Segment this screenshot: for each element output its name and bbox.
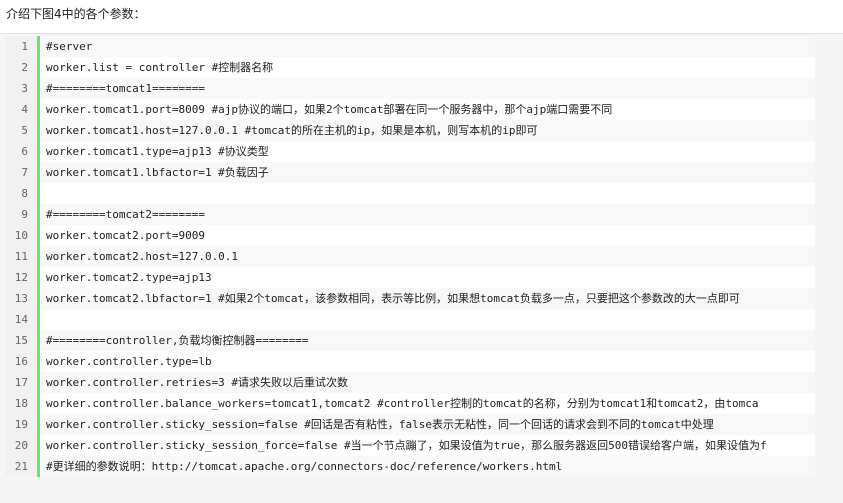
code-text: #========tomcat1======== [46, 82, 205, 95]
code-line: 3 #========tomcat1======== [5, 78, 815, 99]
code-line: 17 worker.controller.retries=3 #请求失败以后重试次… [5, 372, 815, 393]
code-line: 6 worker.tomcat1.type=ajp13 #协议类型 [5, 141, 815, 162]
line-number: 1 [5, 36, 40, 57]
line-number: 11 [5, 246, 40, 267]
code-line: 16 worker.controller.type=lb [5, 351, 815, 372]
code-text: worker.tomcat2.type=ajp13 [46, 271, 212, 284]
code-text: #========tomcat2======== [46, 208, 205, 221]
code-text: worker.tomcat1.port=8009 #ajp协议的端口，如果2个t… [46, 103, 613, 116]
line-number: 14 [5, 309, 40, 330]
line-number: 12 [5, 267, 40, 288]
line-number: 13 [5, 288, 40, 309]
code-text: #========controller,负载均衡控制器======== [46, 334, 309, 347]
code-block: 1 #server 2 worker.list = controller #控制器名称… [0, 33, 843, 503]
code-text: worker.tomcat2.port=9009 [46, 229, 205, 242]
code-text: #更详细的参数说明：http://tomcat.apache.org/conne… [46, 460, 563, 473]
code-text: worker.list = controller #控制器名称 [46, 61, 274, 74]
line-number: 8 [5, 183, 40, 204]
line-number: 16 [5, 351, 40, 372]
line-number: 19 [5, 414, 40, 435]
line-number: 15 [5, 330, 40, 351]
line-number: 7 [5, 162, 40, 183]
code-line: 8 [5, 183, 815, 204]
line-number: 4 [5, 99, 40, 120]
code-lines: 1 #server 2 worker.list = controller #控制器名称… [5, 36, 815, 477]
code-line: 7 worker.tomcat1.lbfactor=1 #负载因子 [5, 162, 815, 183]
line-number: 3 [5, 78, 40, 99]
code-line: 9 #========tomcat2======== [5, 204, 815, 225]
line-number: 17 [5, 372, 40, 393]
code-line: 13 worker.tomcat2.lbfactor=1 #如果2个tomcat，… [5, 288, 815, 309]
code-text: worker.controller.type=lb [46, 355, 212, 368]
line-number: 20 [5, 435, 40, 456]
code-text: worker.controller.retries=3 #请求失败以后重试次数 [46, 376, 349, 389]
code-line: 1 #server [5, 36, 815, 57]
code-text: worker.tomcat2.host=127.0.0.1 [46, 250, 239, 263]
line-number: 10 [5, 225, 40, 246]
code-line: 14 [5, 309, 815, 330]
code-line: 18 worker.controller.balance_workers=tomc… [5, 393, 815, 414]
code-line: 20 worker.controller.sticky_session_force… [5, 435, 815, 456]
code-line: 5 worker.tomcat1.host=127.0.0.1 #tomcat的所… [5, 120, 815, 141]
code-line: 15 #========controller,负载均衡控制器======== [5, 330, 815, 351]
line-number: 21 [5, 456, 40, 477]
code-line: 11 worker.tomcat2.host=127.0.0.1 [5, 246, 815, 267]
code-line: 19 worker.controller.sticky_session=false… [5, 414, 815, 435]
code-line: 2 worker.list = controller #控制器名称 [5, 57, 815, 78]
line-number: 2 [5, 57, 40, 78]
code-text: worker.tomcat1.lbfactor=1 #负载因子 [46, 166, 269, 179]
line-number: 9 [5, 204, 40, 225]
intro-text: 介绍下图4中的各个参数： [6, 7, 146, 21]
code-line: 12 worker.tomcat2.type=ajp13 [5, 267, 815, 288]
line-number: 18 [5, 393, 40, 414]
code-line: 21 #更详细的参数说明：http://tomcat.apache.org/con… [5, 456, 815, 477]
code-text: worker.tomcat1.type=ajp13 #协议类型 [46, 145, 269, 158]
code-text: worker.tomcat2.lbfactor=1 #如果2个tomcat，该参… [46, 292, 740, 305]
code-text: worker.controller.sticky_session=false #… [46, 418, 714, 431]
code-text: #server [46, 40, 93, 53]
line-number: 6 [5, 141, 40, 162]
line-number: 5 [5, 120, 40, 141]
code-line: 4 worker.tomcat1.port=8009 #ajp协议的端口，如果2个… [5, 99, 815, 120]
code-text: worker.tomcat1.host=127.0.0.1 #tomcat的所在… [46, 124, 538, 137]
code-text: worker.controller.sticky_session_force=f… [46, 439, 767, 452]
code-text: worker.controller.balance_workers=tomcat… [46, 397, 759, 410]
code-line: 10 worker.tomcat2.port=9009 [5, 225, 815, 246]
